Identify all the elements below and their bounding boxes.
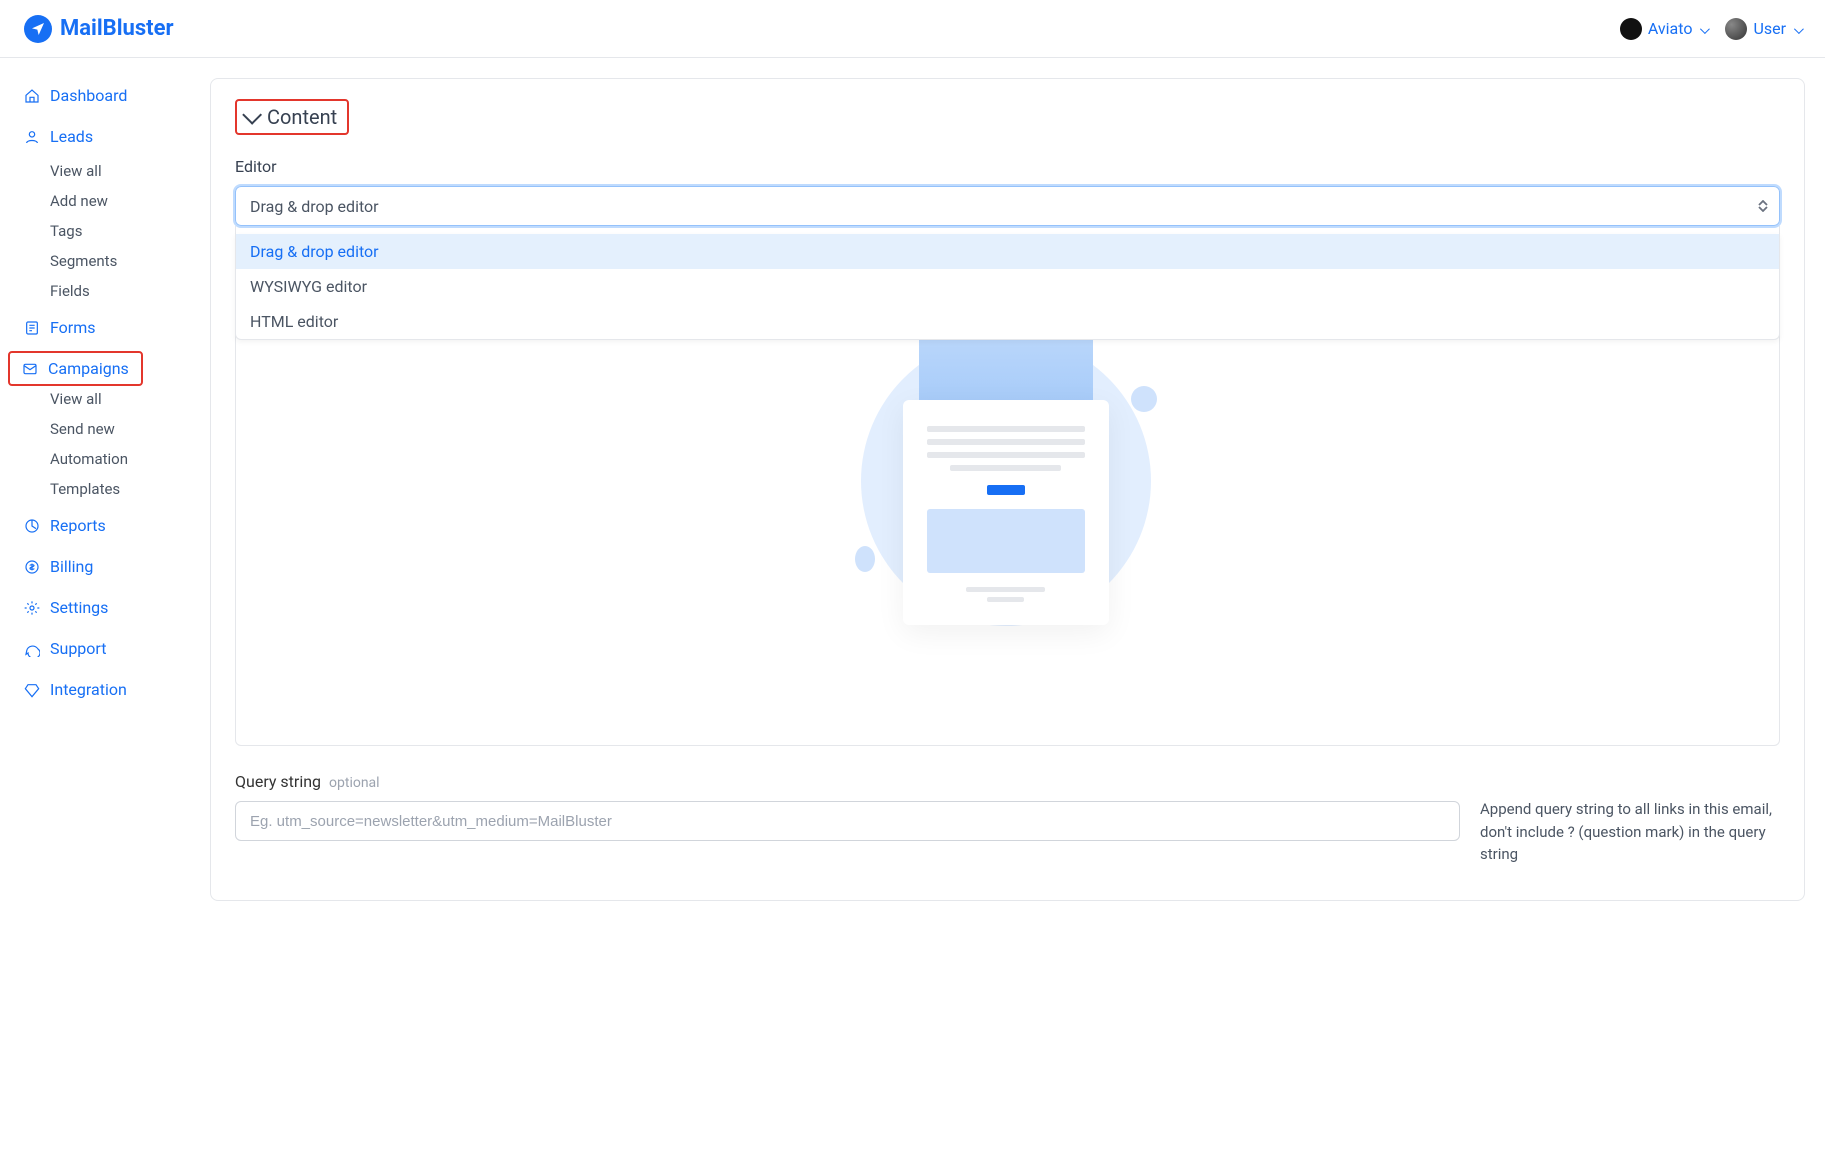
editor-option-html[interactable]: HTML editor: [236, 304, 1779, 339]
content-card: Content Editor Drag & drop editor Drag &…: [210, 78, 1805, 901]
sidebar-label: Support: [50, 639, 106, 658]
chat-icon: [24, 641, 40, 657]
sidebar-item-billing[interactable]: Billing: [12, 549, 198, 584]
topbar-right: Aviato User: [1620, 18, 1801, 40]
sidebar-label: Settings: [50, 598, 108, 617]
email-preview-illustration: [853, 296, 1163, 676]
editor-label: Editor: [235, 157, 1780, 176]
query-string-input[interactable]: [235, 801, 1460, 841]
sidebar-label: Forms: [50, 318, 96, 337]
section-title: Content: [267, 105, 337, 129]
sidebar-sub-campaigns-automation[interactable]: Automation: [12, 446, 198, 472]
user-menu[interactable]: User: [1725, 18, 1801, 40]
sidebar-label: Integration: [50, 680, 127, 699]
user-icon: [24, 129, 40, 145]
sidebar-sub-leads-viewall[interactable]: View all: [12, 158, 198, 184]
query-string-label: Query string optional: [235, 772, 1460, 791]
brand-logo[interactable]: MailBluster: [24, 15, 174, 43]
query-string-row: Query string optional Append query strin…: [235, 772, 1780, 866]
chevron-down-icon: [1698, 19, 1707, 38]
org-avatar-icon: [1620, 18, 1642, 40]
paper-plane-icon: [24, 15, 52, 43]
chevron-down-icon: [242, 105, 262, 125]
sidebar-item-integration[interactable]: Integration: [12, 672, 198, 707]
dollar-icon: [24, 559, 40, 575]
content-section-header[interactable]: Content: [235, 99, 349, 135]
qs-label-text: Query string: [235, 772, 321, 791]
sidebar: Dashboard Leads View all Add new Tags Se…: [0, 58, 210, 921]
sidebar-sub-campaigns-templates[interactable]: Templates: [12, 476, 198, 502]
editor-option-drag-drop[interactable]: Drag & drop editor: [236, 234, 1779, 269]
brand-name: MailBluster: [60, 16, 174, 41]
sidebar-item-forms[interactable]: Forms: [12, 310, 198, 345]
sidebar-label: Leads: [50, 127, 93, 146]
sidebar-sub-campaigns-sendnew[interactable]: Send new: [12, 416, 198, 442]
editor-select-wrap: Drag & drop editor Drag & drop editor WY…: [235, 186, 1780, 226]
editor-select[interactable]: Drag & drop editor: [235, 186, 1780, 226]
sidebar-item-settings[interactable]: Settings: [12, 590, 198, 625]
org-label: Aviato: [1648, 19, 1693, 38]
sidebar-label: Billing: [50, 557, 93, 576]
qs-optional-text: optional: [329, 775, 380, 791]
sidebar-sub-leads-tags[interactable]: Tags: [12, 218, 198, 244]
chevron-down-icon: [1792, 19, 1801, 38]
diamond-icon: [24, 682, 40, 698]
sidebar-sub-leads-segments[interactable]: Segments: [12, 248, 198, 274]
select-caret-icon: [1758, 200, 1768, 212]
chart-icon: [24, 518, 40, 534]
org-switcher[interactable]: Aviato: [1620, 18, 1708, 40]
gear-icon: [24, 600, 40, 616]
sidebar-item-campaigns[interactable]: Campaigns: [14, 355, 137, 382]
main-content: Content Editor Drag & drop editor Drag &…: [210, 58, 1825, 921]
sidebar-item-reports[interactable]: Reports: [12, 508, 198, 543]
highlight-campaigns: Campaigns: [8, 351, 143, 386]
user-label: User: [1753, 19, 1786, 38]
editor-select-value: Drag & drop editor: [250, 197, 379, 216]
sidebar-sub-leads-fields[interactable]: Fields: [12, 278, 198, 304]
sidebar-item-leads[interactable]: Leads: [12, 119, 198, 154]
envelope-icon: [22, 361, 38, 377]
query-string-hint: Append query string to all links in this…: [1480, 772, 1780, 866]
editor-option-wysiwyg[interactable]: WYSIWYG editor: [236, 269, 1779, 304]
user-avatar-icon: [1725, 18, 1747, 40]
topbar: MailBluster Aviato User: [0, 0, 1825, 58]
sidebar-sub-leads-addnew[interactable]: Add new: [12, 188, 198, 214]
form-icon: [24, 320, 40, 336]
sidebar-label: Dashboard: [50, 86, 127, 105]
sidebar-label: Campaigns: [48, 359, 129, 378]
sidebar-sub-campaigns-viewall[interactable]: View all: [12, 386, 198, 412]
sidebar-item-dashboard[interactable]: Dashboard: [12, 78, 198, 113]
sidebar-label: Reports: [50, 516, 106, 535]
home-icon: [24, 88, 40, 104]
sidebar-item-support[interactable]: Support: [12, 631, 198, 666]
editor-dropdown: Drag & drop editor WYSIWYG editor HTML e…: [235, 234, 1780, 340]
